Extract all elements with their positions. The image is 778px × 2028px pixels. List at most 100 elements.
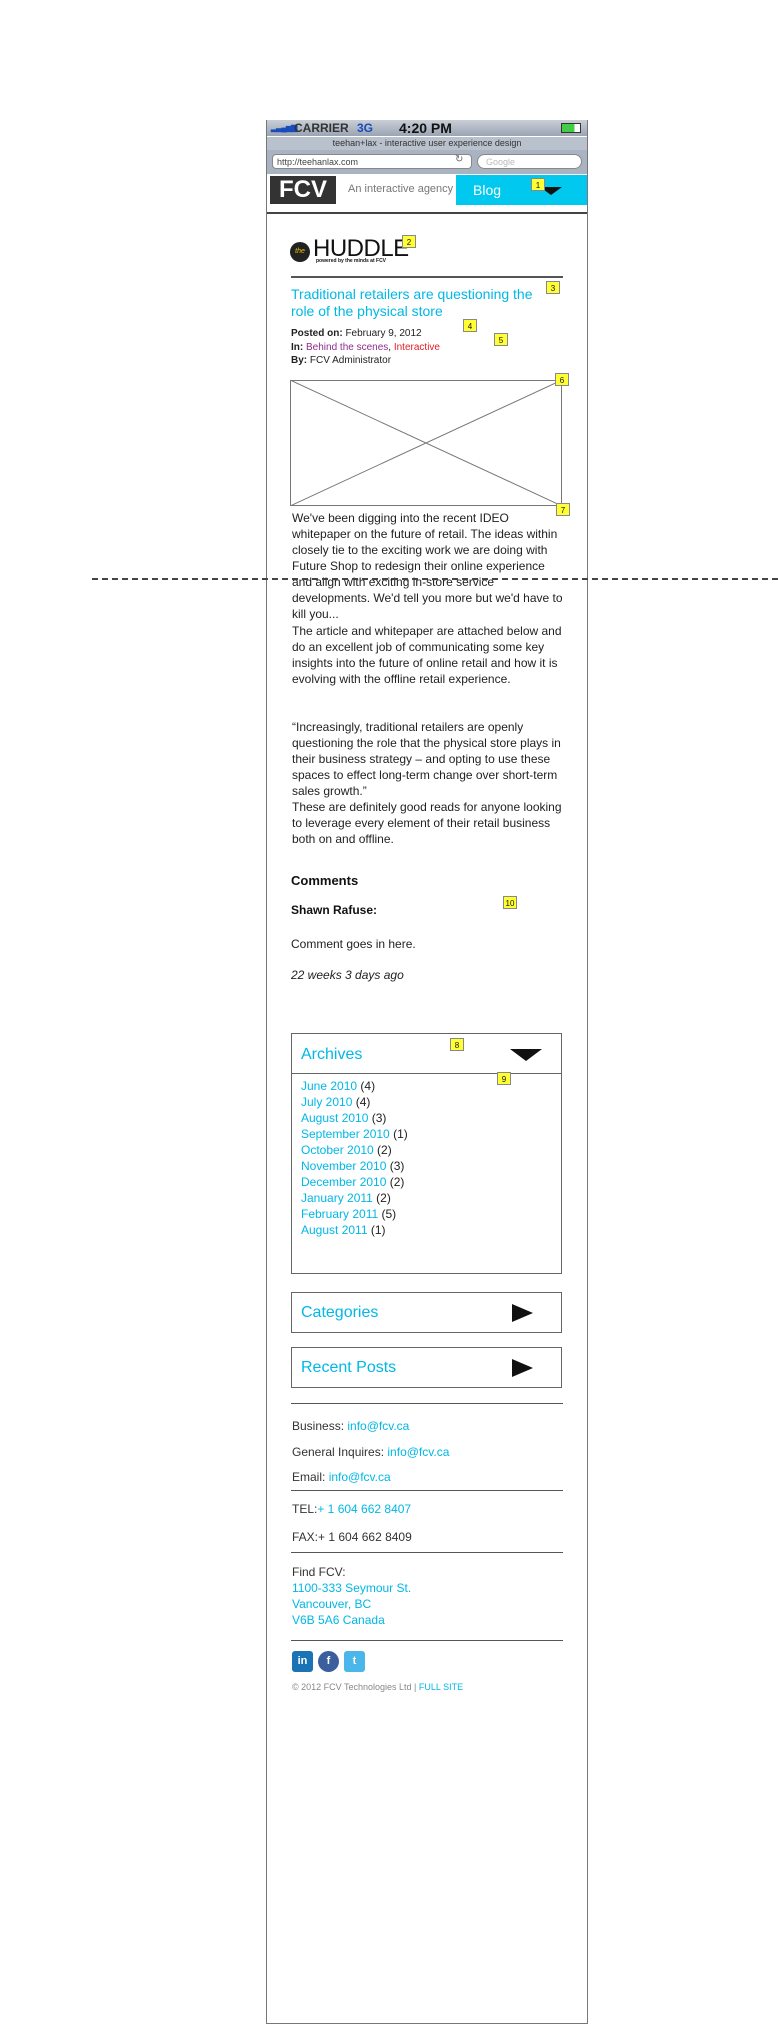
browser-page-title: teehan+lax - interactive user experience… <box>267 137 587 150</box>
archives-divider <box>292 1073 561 1074</box>
nav-dropdown-label: Blog <box>473 182 502 198</box>
archive-link[interactable]: December 2010 <box>301 1175 386 1189</box>
archive-link[interactable]: August 2010 <box>301 1111 368 1125</box>
comment-time: 22 weeks 3 days ago <box>291 968 404 982</box>
categories-panel[interactable]: Categories <box>291 1292 562 1333</box>
archive-count: (1) <box>389 1127 408 1141</box>
huddle-subtitle: powered by the minds at FCV <box>316 258 387 264</box>
annotation-badge: 8 <box>450 1038 464 1051</box>
post-title[interactable]: Traditional retailers are questioning th… <box>291 286 547 320</box>
list-item: November 2010 (3) <box>301 1158 408 1174</box>
find-label: Find FCV: <box>292 1565 346 1579</box>
archive-count: (1) <box>367 1223 386 1237</box>
carrier-label: CARRIER <box>294 121 349 135</box>
annotation-badge: 1 <box>531 178 545 191</box>
list-item: July 2010 (4) <box>301 1094 408 1110</box>
post-paragraph: These are definitely good reads for anyo… <box>292 800 562 846</box>
fax-contact: FAX:+ 1 604 662 8409 <box>292 1530 412 1544</box>
footer-divider <box>291 1403 563 1404</box>
browser-url-bar: http://teehanlax.com ↻ Google <box>267 150 587 174</box>
archive-count: (4) <box>352 1095 371 1109</box>
comment-text: Comment goes in here. <box>291 937 416 951</box>
archive-link[interactable]: November 2010 <box>301 1159 386 1173</box>
signal-icon: ▂▃▄▅▆ <box>271 123 297 132</box>
huddle-the-logo: the <box>290 242 310 262</box>
category-link[interactable]: Behind the scenes <box>303 342 388 353</box>
archive-link[interactable]: February 2011 <box>301 1207 378 1221</box>
comments-heading: Comments <box>291 873 359 888</box>
categories-heading[interactable]: Categories <box>301 1304 378 1322</box>
copyright-text: © 2012 FCV Technologies Ltd | <box>292 1682 419 1692</box>
address-line[interactable]: V6B 5A6 Canada <box>292 1612 411 1628</box>
recent-posts-heading[interactable]: Recent Posts <box>301 1359 396 1377</box>
list-item: October 2010 (2) <box>301 1142 408 1158</box>
post-author: By: FCV Administrator <box>291 354 391 367</box>
chevron-down-icon[interactable] <box>510 1049 542 1061</box>
comment-author: Shawn Rafuse: <box>291 903 378 917</box>
post-categories: In: Behind the scenes, Interactive <box>291 341 440 354</box>
battery-icon <box>561 123 581 133</box>
list-item: January 2011 (2) <box>301 1190 408 1206</box>
annotation-badge: 5 <box>494 333 508 346</box>
brand-divider <box>291 276 563 278</box>
archive-link[interactable]: June 2010 <box>301 1079 357 1093</box>
footer-divider <box>291 1552 563 1553</box>
list-item: August 2011 (1) <box>301 1222 408 1238</box>
linkedin-icon[interactable]: in <box>292 1651 313 1672</box>
archive-count: (2) <box>372 1191 391 1205</box>
archive-link[interactable]: October 2010 <box>301 1143 374 1157</box>
archives-heading[interactable]: Archives <box>301 1046 362 1064</box>
email-label: Email: <box>292 1470 329 1484</box>
business-contact: Business: info@fcv.ca <box>292 1418 409 1434</box>
facebook-icon[interactable]: f <box>318 1651 339 1672</box>
tel-label: TEL: <box>292 1502 318 1516</box>
chevron-right-icon[interactable] <box>512 1304 533 1322</box>
archive-count: (4) <box>357 1079 376 1093</box>
address-line[interactable]: 1100-333 Seymour St. <box>292 1580 411 1596</box>
archive-count: (2) <box>373 1143 392 1157</box>
fcv-logo[interactable]: FCV <box>270 176 336 204</box>
network-label: 3G <box>357 121 374 135</box>
search-input[interactable]: Google <box>477 154 582 169</box>
footer-divider <box>291 1640 563 1641</box>
archive-link[interactable]: August 2011 <box>301 1223 368 1237</box>
address-line[interactable]: Vancouver, BC <box>292 1596 411 1612</box>
posted-value: February 9, 2012 <box>342 328 422 339</box>
posted-label: Posted on: <box>291 328 343 339</box>
archive-link[interactable]: January 2011 <box>301 1191 373 1205</box>
list-item: June 2010 (4) <box>301 1078 408 1094</box>
post-paragraph: The article and whitepaper are attached … <box>292 624 562 686</box>
archive-link[interactable]: September 2010 <box>301 1127 390 1141</box>
twitter-icon[interactable]: t <box>344 1651 365 1672</box>
annotation-badge: 3 <box>546 281 560 294</box>
general-label: General Inquires: <box>292 1445 388 1459</box>
list-item: September 2010 (1) <box>301 1126 408 1142</box>
reload-icon[interactable]: ↻ <box>455 154 463 165</box>
post-image-placeholder <box>290 380 562 506</box>
tel-contact: TEL:+ 1 604 662 8407 <box>292 1501 411 1517</box>
full-site-link[interactable]: FULL SITE <box>419 1682 463 1692</box>
archives-panel: Archives June 2010 (4) July 2010 (4) Aug… <box>291 1033 562 1274</box>
status-bar: ▂▃▄▅▆ CARRIER 3G 4:20 PM <box>267 120 587 136</box>
header-divider <box>267 212 587 214</box>
list-item: December 2010 (2) <box>301 1174 408 1190</box>
archives-list: June 2010 (4) July 2010 (4) August 2010 … <box>301 1078 408 1238</box>
tel-link[interactable]: + 1 604 662 8407 <box>317 1502 411 1516</box>
recent-posts-panel[interactable]: Recent Posts <box>291 1347 562 1388</box>
chevron-right-icon[interactable] <box>512 1359 533 1377</box>
footer-divider <box>291 1490 563 1491</box>
archive-count: (2) <box>386 1175 405 1189</box>
general-contact: General Inquires: info@fcv.ca <box>292 1444 449 1460</box>
email-link[interactable]: info@fcv.ca <box>329 1470 391 1484</box>
address-link[interactable]: 1100-333 Seymour St. Vancouver, BC V6B 5… <box>292 1580 411 1628</box>
nav-dropdown-blog[interactable]: Blog <box>456 175 587 205</box>
in-label: In: <box>291 342 304 353</box>
business-email-link[interactable]: info@fcv.ca <box>347 1419 409 1433</box>
general-email-link[interactable]: info@fcv.ca <box>387 1445 449 1459</box>
archive-link[interactable]: July 2010 <box>301 1095 352 1109</box>
annotation-badge: 4 <box>463 319 477 332</box>
category-link[interactable]: Interactive <box>391 342 440 353</box>
url-input[interactable]: http://teehanlax.com <box>272 154 472 169</box>
author-value: FCV Administrator <box>307 355 392 366</box>
by-label: By: <box>291 355 308 366</box>
